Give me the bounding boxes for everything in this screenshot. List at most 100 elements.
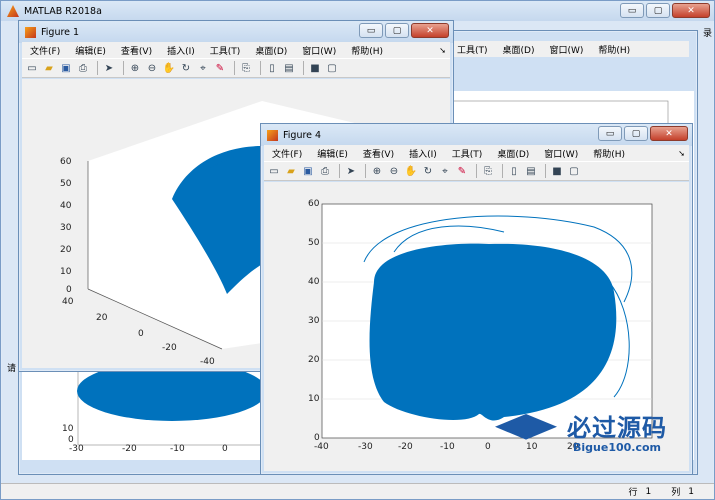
zoom-in-icon[interactable]: ⊕ [128,61,142,75]
f4-y-tick-10: 10 [308,394,320,404]
menu-help[interactable]: 帮助(H) [351,44,383,57]
f4-y-tick-40: 40 [308,277,320,287]
f1-z-tick-10: 10 [60,267,72,277]
figure4-minimize-button[interactable]: ▭ [598,126,622,141]
pointer-icon[interactable]: ➤ [102,61,116,75]
background-menu-bar: 工具(T) 桌面(D) 窗口(W) 帮助(H) [449,41,689,57]
zoom-out-icon[interactable]: ⊖ [145,61,159,75]
insert-legend-icon[interactable]: ▤ [524,164,538,178]
f4-y-tick-20: 20 [308,355,320,365]
menu-view[interactable]: 查看(V) [121,44,152,57]
figure4-maximize-button[interactable]: ▢ [624,126,648,141]
menu-grip-icon: ➘ [439,45,446,55]
main-window-title: MATLAB R2018a [24,5,102,17]
menu-file[interactable]: 文件(F) [272,147,302,160]
figure4-menu-bar: 文件(F) 编辑(E) 查看(V) 插入(I) 工具(T) 桌面(D) 窗口(W… [264,145,689,161]
data-cursor-icon[interactable]: ⌖ [438,164,452,178]
menu-tools[interactable]: 工具(T) [452,147,483,160]
menu-desktop[interactable]: 桌面(D) [503,43,535,56]
f1-z-tick-50: 50 [60,179,72,189]
menu-desktop[interactable]: 桌面(D) [497,147,529,160]
menu-window[interactable]: 窗口(W) [544,147,578,160]
f1-x-tick-n20: -20 [162,343,177,353]
main-title-bar: MATLAB R2018a [1,1,714,21]
f4-x-tick-n30: -30 [358,442,373,452]
print-icon[interactable]: ⎙ [76,61,90,75]
menu-view[interactable]: 查看(V) [363,147,394,160]
show-tools-icon[interactable]: ▢ [325,61,339,75]
pointer-icon[interactable]: ➤ [344,164,358,178]
f1-z-tick-20: 20 [60,245,72,255]
menu-desktop[interactable]: 桌面(D) [255,44,287,57]
print-icon[interactable]: ⎙ [318,164,332,178]
figure-icon [25,26,36,38]
f1-z-tick-60: 60 [60,157,72,167]
bg-x-tick-n30: -30 [69,444,84,454]
figure1-menu-bar: 文件(F) 编辑(E) 查看(V) 插入(I) 工具(T) 桌面(D) 窗口(W… [22,42,450,58]
figure1-window-controls: ▭ ▢ ✕ [359,23,449,38]
brush-icon[interactable]: ✎ [213,61,227,75]
figure1-title: Figure 1 [41,26,80,38]
f4-x-tick-n10: -10 [440,442,455,452]
menu-edit[interactable]: 编辑(E) [75,44,106,57]
save-icon[interactable]: ▣ [59,61,73,75]
new-file-icon[interactable]: ▭ [267,164,281,178]
menu-grip-icon: ➘ [678,148,685,158]
figure4-title: Figure 4 [283,129,322,141]
zoom-out-icon[interactable]: ⊖ [387,164,401,178]
minimize-button[interactable]: ▭ [620,3,644,18]
menu-help[interactable]: 帮助(H) [593,147,625,160]
hide-tools-icon[interactable]: ■ [308,61,322,75]
new-file-icon[interactable]: ▭ [25,61,39,75]
save-icon[interactable]: ▣ [301,164,315,178]
pan-icon[interactable]: ✋ [162,61,176,75]
menu-insert[interactable]: 插入(I) [167,44,195,57]
maximize-button[interactable]: ▢ [646,3,670,18]
menu-tools[interactable]: 工具(T) [210,44,241,57]
f1-z-tick-40: 40 [60,201,72,211]
rotate-icon[interactable]: ↻ [179,61,193,75]
figure1-maximize-button[interactable]: ▢ [385,23,409,38]
show-tools-icon[interactable]: ▢ [567,164,581,178]
status-col-label: 列 [671,488,681,498]
bg-x-tick-n20: -20 [122,444,137,454]
menu-edit[interactable]: 编辑(E) [317,147,348,160]
figure1-minimize-button[interactable]: ▭ [359,23,383,38]
figure1-toolbar: ▭ ▰ ▣ ⎙ ➤ ⊕ ⊖ ✋ ↻ ⌖ ✎ ⎘ ▯ ▤ ■ ▢ [22,58,450,78]
f1-x-tick-0: 0 [138,329,144,339]
watermark-url: Bigue100.com [573,441,661,454]
open-folder-icon[interactable]: ▰ [42,61,56,75]
close-button[interactable]: ✕ [672,3,710,18]
main-window-controls: ▭ ▢ ✕ [620,3,710,18]
menu-insert[interactable]: 插入(I) [409,147,437,160]
figure4-window-controls: ▭ ▢ ✕ [598,126,688,141]
bg-y-tick-10: 10 [62,424,74,434]
menu-help[interactable]: 帮助(H) [598,43,630,56]
graduation-cap-icon [495,414,557,440]
insert-colorbar-icon[interactable]: ▯ [507,164,521,178]
f1-z-tick-0: 0 [66,285,72,295]
link-icon[interactable]: ⎘ [481,164,495,178]
f1-z-tick-30: 30 [60,223,72,233]
f4-x-tick-0: 0 [485,442,491,452]
menu-window[interactable]: 窗口(W) [549,43,583,56]
hide-tools-icon[interactable]: ■ [550,164,564,178]
main-status-bar: 行 1 列 1 [1,483,714,499]
f1-x-tick-40: 40 [62,297,74,307]
bg-x-tick-n10: -10 [170,444,185,454]
menu-window[interactable]: 窗口(W) [302,44,336,57]
link-icon[interactable]: ⎘ [239,61,253,75]
menu-tools[interactable]: 工具(T) [457,43,488,56]
figure4-close-button[interactable]: ✕ [650,126,688,141]
rotate-icon[interactable]: ↻ [421,164,435,178]
figure1-close-button[interactable]: ✕ [411,23,449,38]
f4-y-tick-60: 60 [308,199,320,209]
insert-legend-icon[interactable]: ▤ [282,61,296,75]
data-cursor-icon[interactable]: ⌖ [196,61,210,75]
open-folder-icon[interactable]: ▰ [284,164,298,178]
pan-icon[interactable]: ✋ [404,164,418,178]
menu-file[interactable]: 文件(F) [30,44,60,57]
insert-colorbar-icon[interactable]: ▯ [265,61,279,75]
zoom-in-icon[interactable]: ⊕ [370,164,384,178]
brush-icon[interactable]: ✎ [455,164,469,178]
